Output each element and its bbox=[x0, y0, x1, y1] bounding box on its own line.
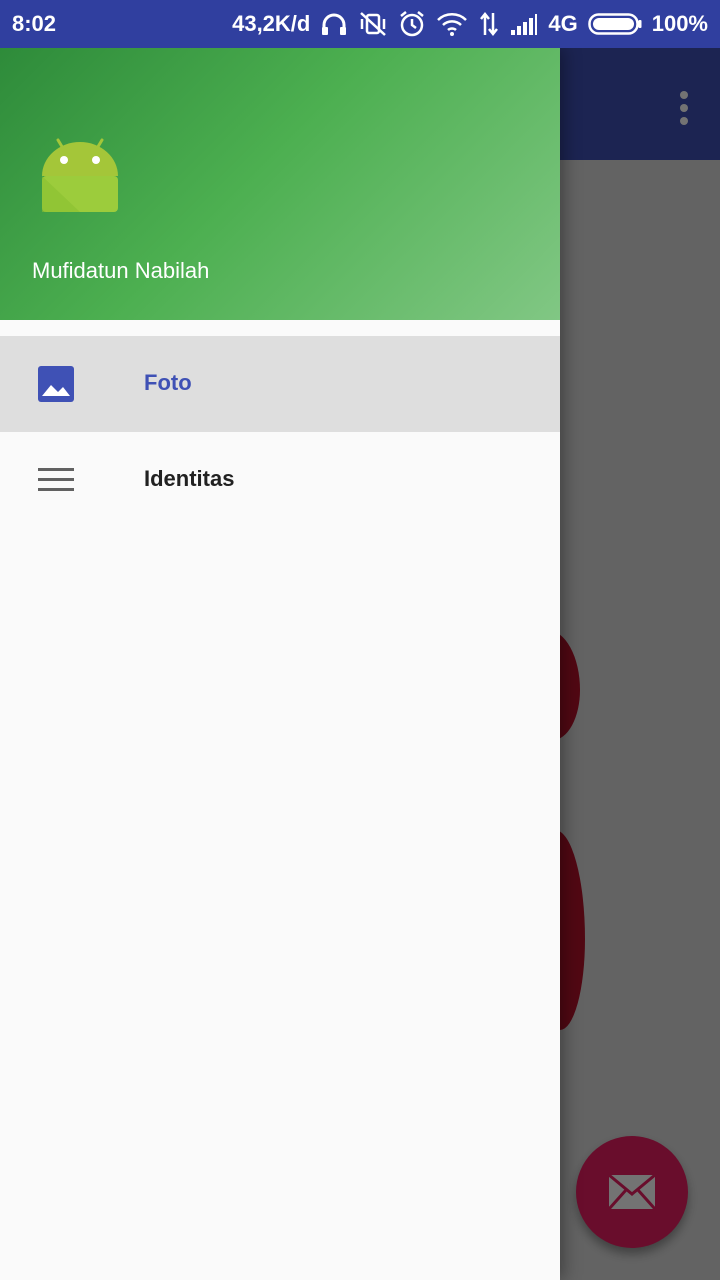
android-logo-icon bbox=[42, 138, 118, 212]
battery-icon bbox=[587, 13, 642, 35]
navigation-drawer: Mufidatun Nabilah Foto Identitas bbox=[0, 48, 560, 1280]
vibrate-off-icon bbox=[360, 12, 387, 36]
net-speed: 43,2K/d bbox=[232, 11, 311, 36]
status-bar: 8:02 43,2K/d 4G 100% bbox=[0, 0, 720, 48]
headphones-icon bbox=[322, 13, 347, 35]
screen: 8:02 43,2K/d 4G 100% Mufidatun Nabilah F… bbox=[0, 0, 720, 1280]
drawer-user-name: Mufidatun Nabilah bbox=[32, 258, 210, 283]
alarm-icon bbox=[400, 11, 425, 37]
drawer-header: Mufidatun Nabilah bbox=[0, 48, 560, 320]
battery-percent: 100% bbox=[651, 11, 708, 36]
menu-item-label: Identitas bbox=[144, 466, 235, 491]
menu-item-foto[interactable]: Foto bbox=[0, 336, 560, 432]
signal-icon bbox=[511, 14, 538, 35]
drawer-menu: Foto Identitas bbox=[0, 336, 560, 528]
image-icon bbox=[36, 364, 76, 404]
menu-item-label: Foto bbox=[144, 370, 192, 395]
status-icons: 43,2K/d 4G 100% bbox=[232, 0, 708, 48]
menu-item-identitas[interactable]: Identitas bbox=[0, 432, 560, 528]
menu-lines-icon bbox=[36, 460, 76, 500]
status-time: 8:02 bbox=[12, 11, 57, 36]
wifi-icon bbox=[437, 13, 468, 36]
network-type: 4G bbox=[548, 11, 578, 36]
data-arrows-icon bbox=[480, 11, 499, 37]
